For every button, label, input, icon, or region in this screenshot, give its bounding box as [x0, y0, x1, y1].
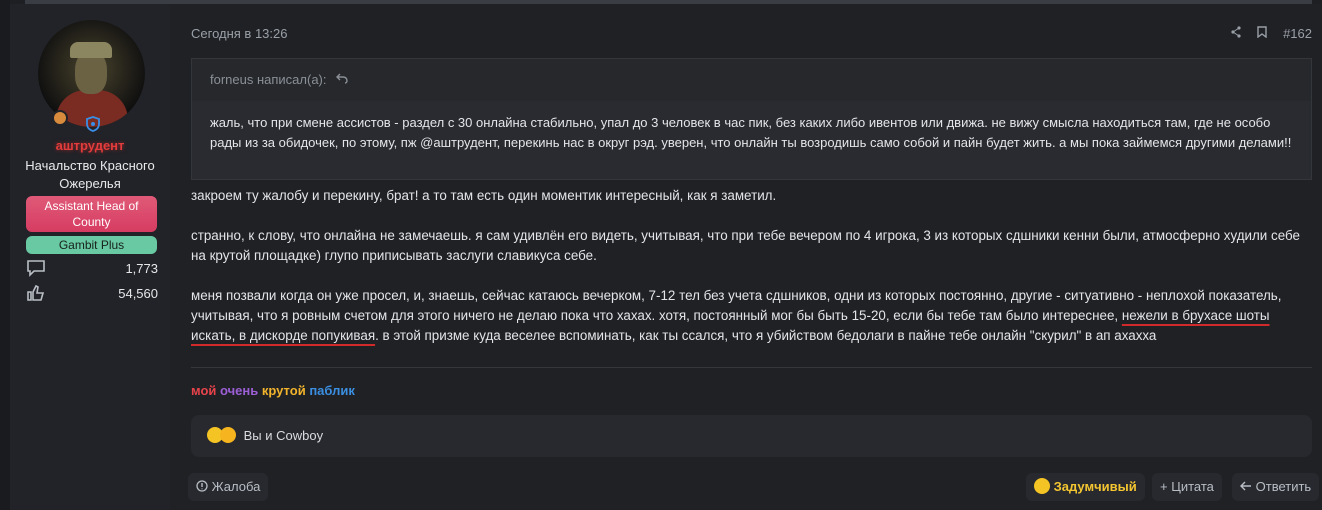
quote-author: forneus написал(а):: [210, 72, 327, 87]
share-icon[interactable]: [1230, 26, 1246, 41]
reaction-button[interactable]: Задумчивый: [1026, 473, 1145, 501]
reactions-stat: 54,560: [26, 284, 158, 304]
quote-block: forneus написал(а): жаль, что при смене …: [191, 58, 1312, 180]
thumbs-up-icon: [26, 284, 46, 305]
banner-assistant-head: Assistant Head of County: [26, 196, 157, 232]
sig-word-3: крутой: [261, 383, 306, 398]
signature[interactable]: мой очень крутой паблик: [191, 383, 355, 398]
post-number[interactable]: #162: [1283, 26, 1312, 41]
orange-badge-icon: [52, 110, 68, 126]
flushed-emoji-icon: [220, 427, 236, 443]
reaction-label: Задумчивый: [1053, 479, 1137, 494]
thinking-face-icon: [1034, 478, 1050, 494]
post-message: закроем ту жалобу и перекину, брат! а то…: [191, 186, 1316, 366]
post-paragraph-3: меня позвали когда он уже просел, и, зна…: [191, 286, 1316, 346]
reply-button[interactable]: Ответить: [1232, 473, 1320, 501]
sig-word-2: очень: [220, 383, 259, 398]
author-username[interactable]: аштрудент: [10, 138, 170, 153]
post-paragraph-3-start: меня позвали когда он уже просел, и, зна…: [191, 288, 1282, 323]
sig-word-4: паблик: [309, 383, 355, 398]
sig-word-1: мой: [191, 383, 217, 398]
bookmark-icon[interactable]: [1257, 26, 1271, 41]
post-paragraph-3-end: . в этой призме куда веселее вспоминать,…: [375, 328, 1157, 343]
quote-button[interactable]: + Цитата: [1152, 473, 1222, 501]
post-date[interactable]: Сегодня в 13:26: [191, 26, 287, 41]
messages-icon: [26, 259, 46, 280]
reactions-summary[interactable]: Вы и Cowboy: [244, 428, 323, 443]
signature-divider: [191, 367, 1312, 368]
reactions-count: 54,560: [118, 286, 158, 301]
messages-count: 1,773: [125, 261, 158, 276]
shield-badge-icon: [86, 116, 100, 135]
post-tools: #162: [1218, 26, 1312, 41]
messages-stat: 1,773: [26, 259, 158, 279]
reactions-bar[interactable]: Вы и Cowboy: [191, 415, 1312, 457]
jump-to-quote-icon[interactable]: [336, 72, 348, 87]
banner-gambit-plus: Gambit Plus: [26, 236, 157, 254]
report-label: Жалоба: [211, 479, 261, 494]
left-edge: [0, 0, 10, 510]
reply-icon: [1240, 479, 1256, 494]
reply-label: Ответить: [1255, 479, 1312, 494]
post-paragraph-2: странно, к слову, что онлайна не замечае…: [191, 228, 1300, 263]
quote-text: жаль, что при смене ассистов - раздел с …: [192, 101, 1311, 179]
report-button[interactable]: Жалоба: [188, 473, 269, 501]
author-title: Начальство Красного Ожерелья: [25, 158, 155, 191]
post-paragraph-1: закроем ту жалобу и перекину, брат! а то…: [191, 188, 777, 203]
warning-icon: [196, 479, 212, 494]
quote-header[interactable]: forneus написал(а):: [192, 59, 1311, 101]
